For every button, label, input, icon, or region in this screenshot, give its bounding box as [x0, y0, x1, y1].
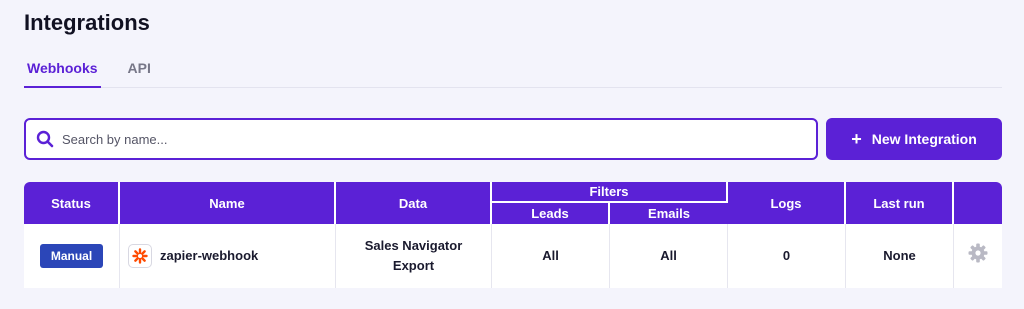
search-input[interactable] [62, 131, 782, 147]
tab-webhooks[interactable]: Webhooks [24, 58, 101, 88]
header-name: Name [120, 182, 336, 224]
data-cell: Sales Navigator Export [336, 224, 492, 288]
emails-cell: All [610, 224, 728, 288]
tab-api[interactable]: API [125, 58, 154, 88]
header-last-run: Last run [846, 182, 954, 224]
gear-icon[interactable] [968, 243, 988, 263]
new-integration-label: New Integration [871, 131, 977, 147]
last-run-cell: None [846, 224, 954, 288]
logs-cell: 0 [728, 224, 846, 288]
table-row: Manual zapier-webhook Sales Navigator Ex… [24, 224, 1002, 288]
status-badge: Manual [39, 244, 104, 268]
integrations-table: Status Name Data Filters Logs Last run L… [24, 182, 1002, 288]
actions-cell [954, 224, 1002, 288]
header-actions [954, 182, 1002, 224]
status-cell: Manual [24, 224, 120, 288]
leads-cell: All [492, 224, 610, 288]
data-line-2: Export [392, 258, 435, 273]
name-cell: zapier-webhook [120, 224, 336, 288]
header-data: Data [336, 182, 492, 224]
page-title: Integrations [24, 10, 150, 35]
zapier-logo-icon [128, 244, 152, 268]
search-box[interactable] [24, 118, 818, 160]
header-emails: Emails [610, 203, 728, 224]
tab-bar: Webhooks API [24, 58, 1002, 88]
integration-name[interactable]: zapier-webhook [160, 246, 258, 266]
data-line-1: Sales Navigator [364, 238, 463, 253]
header-logs: Logs [728, 182, 846, 224]
new-integration-button[interactable]: + New Integration [826, 118, 1002, 160]
header-leads: Leads [492, 203, 610, 224]
header-filters: Filters [492, 182, 728, 203]
search-icon [36, 130, 54, 148]
plus-icon: + [851, 129, 862, 149]
header-status: Status [24, 182, 120, 224]
